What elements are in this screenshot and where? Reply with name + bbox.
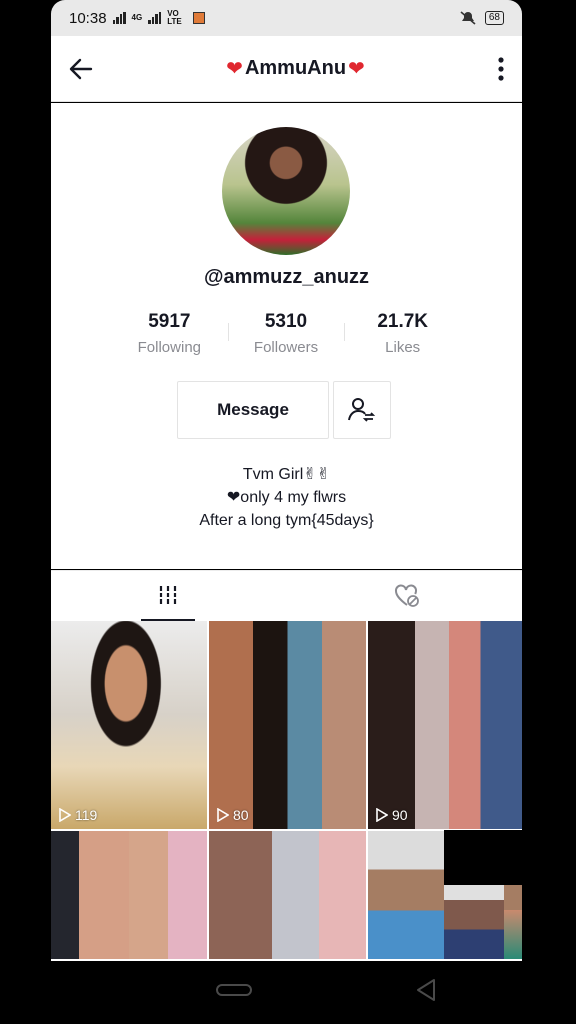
signal-icon-2 bbox=[148, 12, 162, 24]
stat-followers[interactable]: 5310 Followers bbox=[227, 311, 345, 356]
view-count-text: 90 bbox=[392, 807, 408, 823]
status-right: 68 bbox=[459, 10, 504, 26]
system-nav-bar bbox=[51, 961, 522, 1024]
play-icon bbox=[217, 808, 229, 822]
page-title-text: AmmuAnu bbox=[244, 57, 347, 79]
stat-number: 5310 bbox=[264, 311, 308, 332]
notification-app-icon bbox=[193, 12, 206, 24]
grid-icon bbox=[159, 586, 177, 604]
view-count-text: 119 bbox=[75, 807, 98, 823]
stat-label: Likes bbox=[385, 339, 421, 356]
bio-line: Tvm Girl✌✌ bbox=[242, 466, 331, 483]
play-icon bbox=[59, 808, 71, 822]
stat-following[interactable]: 5917 Following bbox=[111, 311, 228, 356]
stat-label: Followers bbox=[253, 339, 319, 356]
floating-video-preview[interactable] bbox=[444, 885, 504, 959]
view-count-text: 80 bbox=[233, 807, 249, 823]
floating-video-preview-edge bbox=[504, 910, 522, 959]
heart-icon: ❤ bbox=[348, 58, 365, 80]
profile-header: ❤ AmmuAnu ❤ bbox=[51, 36, 522, 102]
video-thumbnail[interactable] bbox=[209, 831, 366, 959]
page-title: ❤ AmmuAnu ❤ bbox=[226, 56, 365, 81]
more-vertical-icon[interactable] bbox=[496, 55, 506, 83]
stat-number: 5917 bbox=[148, 311, 191, 332]
stat-likes: 21.7K Likes bbox=[344, 311, 461, 356]
bio-line: After a long tym{45days} bbox=[199, 512, 374, 529]
mute-icon bbox=[460, 11, 476, 25]
status-bar: 10:38 4G VO LTE 68 bbox=[51, 0, 522, 36]
video-thumbnail[interactable]: 90 bbox=[368, 621, 522, 829]
stat-number: 21.7K bbox=[377, 311, 429, 332]
signal-icon bbox=[112, 12, 126, 24]
status-time: 10:38 bbox=[69, 9, 107, 27]
avatar[interactable] bbox=[222, 127, 350, 255]
stat-label: Following bbox=[137, 339, 202, 356]
battery-icon: 68 bbox=[484, 11, 504, 25]
profile-bio: Tvm Girl✌✌ ❤only 4 my flwrs After a long… bbox=[51, 463, 522, 532]
video-thumbnail[interactable] bbox=[51, 831, 207, 959]
liked-heart-icon bbox=[395, 584, 419, 607]
volte-label: VO LTE bbox=[167, 9, 182, 26]
view-count: 119 bbox=[59, 807, 97, 823]
bio-line: ❤only 4 my flwrs bbox=[226, 489, 347, 506]
video-thumbnail[interactable]: 119 bbox=[51, 621, 207, 829]
network-4g-label: 4G bbox=[131, 13, 143, 22]
phone-screen: 10:38 4G VO LTE 68 ❤ AmmuAnu ❤ @ammuzz_a… bbox=[51, 0, 522, 1024]
tab-videos[interactable] bbox=[141, 571, 195, 621]
arrow-left-icon[interactable] bbox=[67, 55, 95, 83]
home-button[interactable] bbox=[216, 984, 252, 996]
view-count: 90 bbox=[376, 807, 408, 823]
video-thumbnail[interactable]: 80 bbox=[209, 621, 366, 829]
status-left: 10:38 4G VO LTE bbox=[69, 9, 206, 27]
add-friend-icon bbox=[348, 398, 376, 422]
view-count: 80 bbox=[217, 807, 249, 823]
add-friend-button[interactable] bbox=[333, 381, 391, 439]
message-button[interactable]: Message bbox=[177, 381, 329, 439]
tab-liked[interactable] bbox=[381, 571, 435, 621]
heart-icon: ❤ bbox=[226, 58, 243, 80]
profile-stats: 5917 Following 5310 Followers 21.7K Like… bbox=[111, 311, 461, 356]
profile-handle: @ammuzz_anuzz bbox=[203, 266, 370, 288]
profile-tabs bbox=[51, 570, 522, 621]
popup-backdrop bbox=[444, 830, 522, 885]
profile-section: @ammuzz_anuzz 5917 Following 5310 Follow… bbox=[51, 103, 522, 569]
back-triangle-icon[interactable] bbox=[415, 978, 437, 1002]
play-icon bbox=[376, 808, 388, 822]
